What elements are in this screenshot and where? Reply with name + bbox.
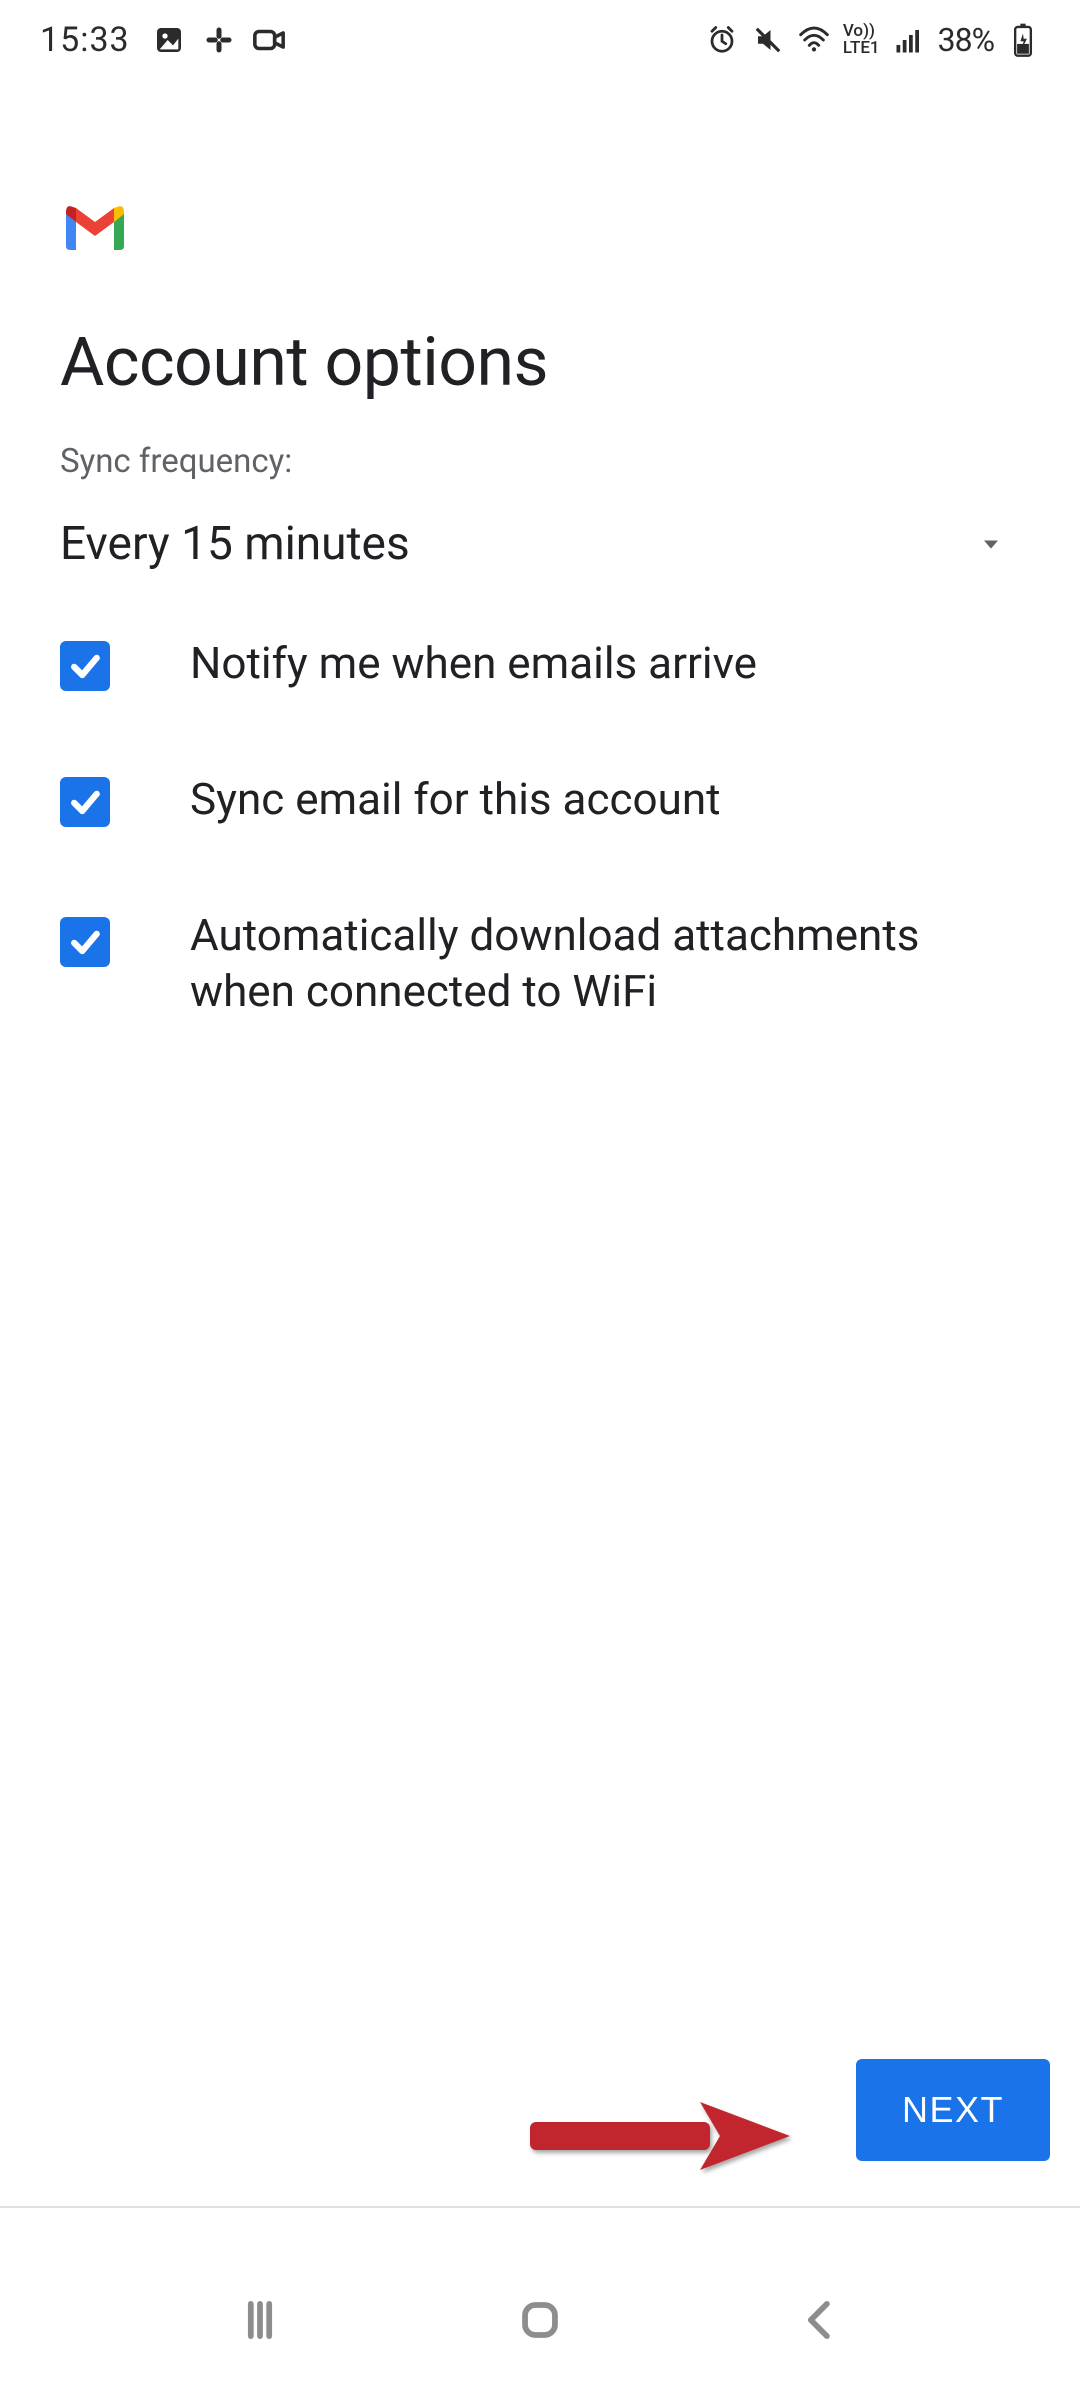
volte-indicator: Vo)) LTE1	[843, 23, 880, 57]
sync-frequency-label: Sync frequency:	[60, 442, 1020, 481]
next-button[interactable]: NEXT	[856, 2059, 1050, 2161]
attachments-label: Automatically download attachments when …	[190, 907, 1020, 1019]
main-content: Account options Sync frequency: Every 15…	[60, 200, 1020, 1099]
mute-icon	[751, 23, 785, 57]
notify-label: Notify me when emails arrive	[190, 635, 757, 691]
status-time: 15:33	[40, 20, 130, 60]
sync-frequency-dropdown[interactable]: Every 15 minutes	[60, 513, 1020, 575]
status-left: 15:33	[40, 20, 286, 60]
system-nav-bar	[0, 2240, 1080, 2400]
sync-checkbox[interactable]	[60, 777, 110, 827]
sync-frequency-value: Every 15 minutes	[60, 517, 410, 571]
wifi-icon	[797, 23, 831, 57]
attachments-checkbox-row[interactable]: Automatically download attachments when …	[60, 907, 1020, 1019]
notify-checkbox[interactable]	[60, 641, 110, 691]
sync-checkbox-row[interactable]: Sync email for this account	[60, 771, 1020, 827]
battery-icon	[1006, 23, 1040, 57]
chevron-down-icon	[974, 527, 1008, 561]
status-right: Vo)) LTE1 38%	[705, 21, 1040, 59]
slack-icon	[202, 23, 236, 57]
picture-icon	[152, 23, 186, 57]
alarm-icon	[705, 23, 739, 57]
signal-icon	[892, 23, 926, 57]
back-button[interactable]	[780, 2280, 860, 2360]
home-button[interactable]	[500, 2280, 580, 2360]
status-bar: 15:33 Vo)) LTE1 38%	[0, 0, 1080, 80]
recents-button[interactable]	[220, 2280, 300, 2360]
camera-icon	[252, 23, 286, 57]
attachments-checkbox[interactable]	[60, 917, 110, 967]
notify-checkbox-row[interactable]: Notify me when emails arrive	[60, 635, 1020, 691]
battery-percent: 38%	[938, 21, 994, 59]
gmail-logo-icon	[60, 200, 130, 252]
page-title: Account options	[60, 322, 1020, 402]
sync-label: Sync email for this account	[190, 771, 721, 827]
footer-bar: NEXT	[0, 2048, 1080, 2208]
